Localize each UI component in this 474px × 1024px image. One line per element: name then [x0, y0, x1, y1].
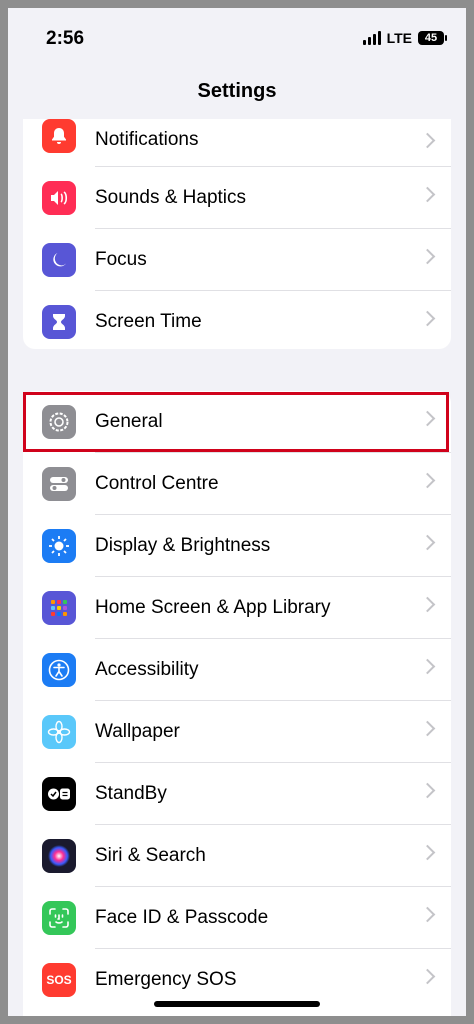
accessibility-icon [42, 653, 76, 687]
settings-item-label: General [95, 411, 163, 432]
chevron-right-icon [419, 658, 436, 675]
settings-item-label: Screen Time [95, 311, 202, 332]
battery-icon: 45 [418, 31, 447, 45]
chevron-right-icon [419, 906, 436, 923]
chevron-right-icon [419, 968, 436, 985]
sos-icon: SOS [42, 963, 76, 997]
toggles-icon [42, 467, 76, 501]
settings-item-label: Home Screen & App Library [95, 597, 331, 618]
settings-item-label: Sounds & Haptics [95, 187, 247, 208]
settings-item-wallpaper[interactable]: Wallpaper [23, 701, 451, 763]
grid-icon [42, 591, 76, 625]
chevron-right-icon [419, 186, 436, 203]
settings-item-label: Wallpaper [95, 721, 180, 742]
siri-icon [42, 839, 76, 873]
settings-item-home-screen[interactable]: Home Screen & App Library [23, 577, 451, 639]
settings-item-notifications[interactable]: Notifications [23, 119, 451, 167]
settings-group-2: General Control Centre Display & Brightn… [23, 391, 451, 1016]
settings-item-face-id[interactable]: Face ID & Passcode [23, 887, 451, 949]
settings-item-general[interactable]: General [23, 391, 451, 453]
settings-item-label: Focus [95, 249, 147, 270]
gear-icon [42, 405, 76, 439]
settings-item-label: Emergency SOS [95, 969, 237, 990]
chevron-right-icon [419, 782, 436, 799]
settings-item-label: Siri & Search [95, 845, 206, 866]
status-time: 2:56 [46, 28, 85, 49]
sos-icon-label: SOS [46, 973, 72, 987]
chevron-right-icon [419, 410, 436, 427]
bell-icon [42, 119, 76, 153]
settings-item-label: Accessibility [95, 659, 199, 680]
settings-item-display-brightness[interactable]: Display & Brightness [23, 515, 451, 577]
home-indicator[interactable] [154, 1001, 320, 1007]
standby-icon [42, 777, 76, 811]
chevron-right-icon [419, 472, 436, 489]
chevron-right-icon [419, 248, 436, 265]
chevron-right-icon [419, 720, 436, 737]
flower-icon [42, 715, 76, 749]
signal-icon [362, 31, 381, 45]
chevron-right-icon [419, 310, 436, 327]
chevron-right-icon [419, 534, 436, 551]
settings-item-label: Notifications [95, 129, 199, 150]
moon-icon [42, 243, 76, 277]
settings-item-screen-time[interactable]: Screen Time [23, 291, 451, 349]
chevron-right-icon [419, 844, 436, 861]
settings-item-label: Control Centre [95, 473, 219, 494]
status-bar: 2:56 LTE 45 [8, 8, 466, 72]
settings-item-label: StandBy [95, 783, 167, 804]
settings-item-accessibility[interactable]: Accessibility [23, 639, 451, 701]
phone-screen: 2:56 LTE 45 Settings Notifications Sound… [8, 8, 466, 1016]
settings-item-control-centre[interactable]: Control Centre [23, 453, 451, 515]
settings-item-label: Face ID & Passcode [95, 907, 269, 928]
settings-group-1: Notifications Sounds & Haptics Focus Scr… [23, 119, 451, 349]
settings-item-label: Display & Brightness [95, 535, 271, 556]
hourglass-icon [42, 305, 76, 339]
status-indicators: LTE 45 [362, 30, 447, 46]
page-title: Settings [197, 80, 277, 102]
speaker-icon [42, 181, 76, 215]
sun-icon [42, 529, 76, 563]
settings-item-focus[interactable]: Focus [23, 229, 451, 291]
chevron-right-icon [419, 132, 436, 149]
chevron-right-icon [419, 596, 436, 613]
settings-item-siri-search[interactable]: Siri & Search [23, 825, 451, 887]
face-id-icon [42, 901, 76, 935]
settings-item-sounds-haptics[interactable]: Sounds & Haptics [23, 167, 451, 229]
settings-item-standby[interactable]: StandBy [23, 763, 451, 825]
network-type: LTE [386, 30, 412, 46]
